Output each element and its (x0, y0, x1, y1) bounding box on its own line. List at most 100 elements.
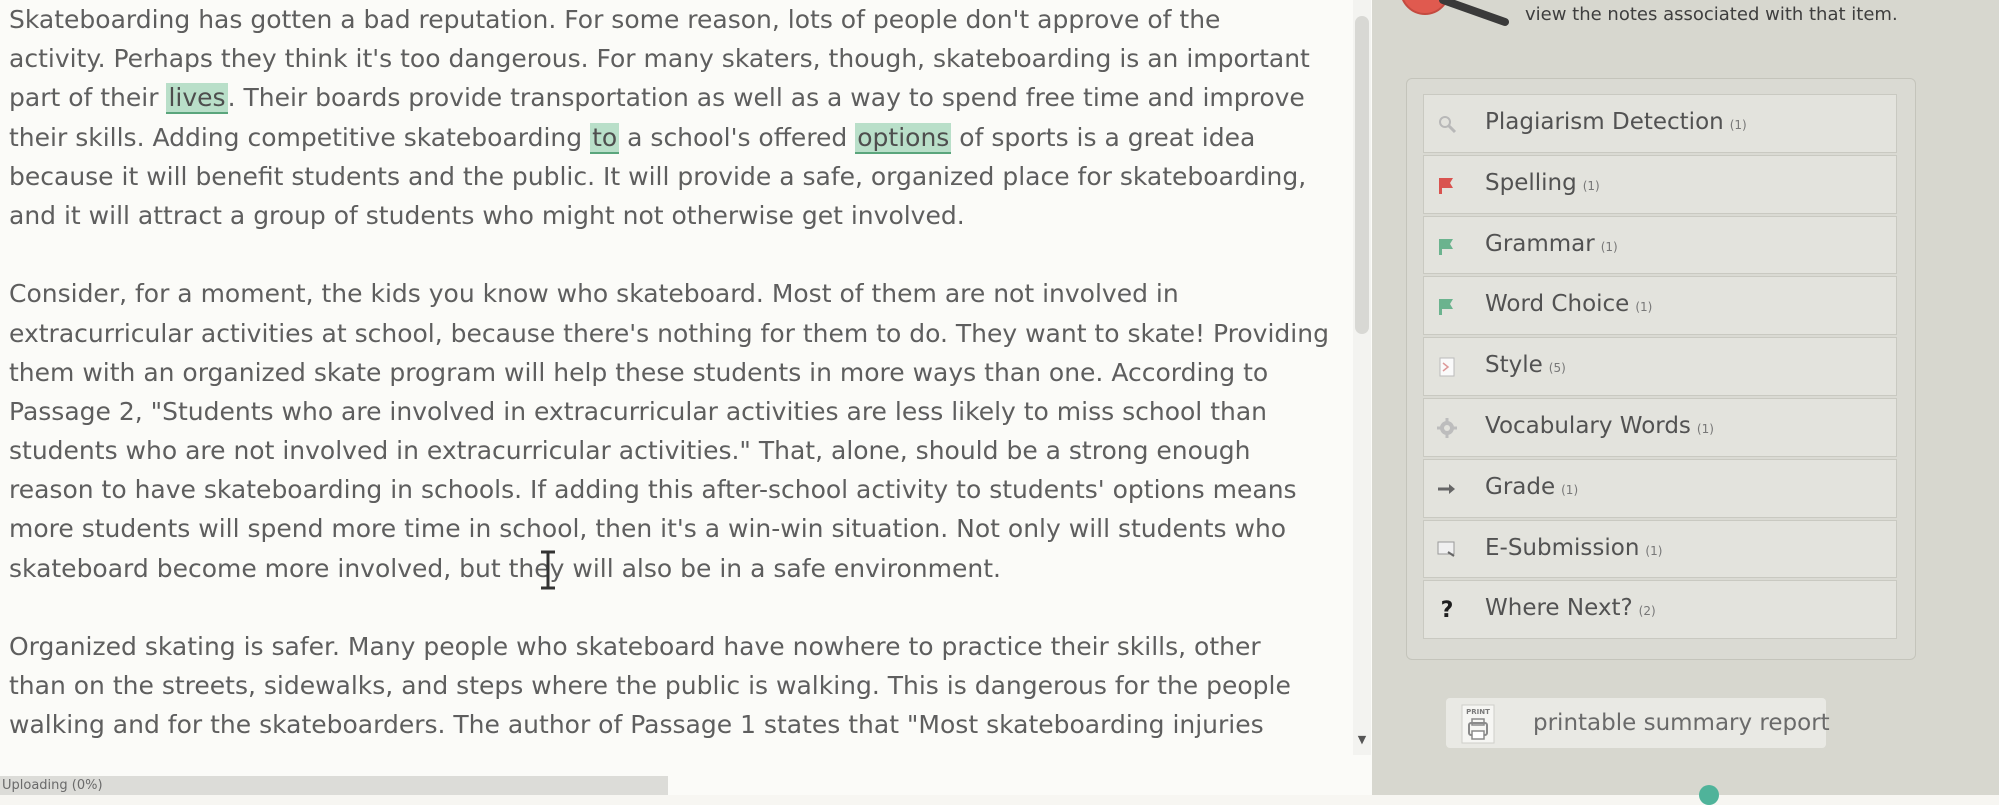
tool-label: Grammar (1) (1485, 231, 1618, 257)
essay-text-run: Organized skating is safer. Many people … (9, 632, 1261, 661)
magnifier-icon (1402, 0, 1509, 26)
essay-text-run: than on the streets, sidewalks, and step… (9, 671, 1291, 701)
tool-label-text: E-Submission (1485, 534, 1640, 561)
tool-label-text: Word Choice (1485, 291, 1630, 318)
green-flag-icon (1435, 295, 1459, 317)
upload-status: Uploading (0%) (0, 776, 668, 795)
essay-text[interactable]: Skateboarding has gotten a bad reputatio… (9, 0, 1349, 745)
essay-text-run: of sports is a great idea (951, 122, 1256, 152)
tool-where-next[interactable]: ? Where Next? (2) (1423, 580, 1897, 640)
highlighted-word[interactable]: to (590, 122, 620, 154)
tool-label: Plagiarism Detection (1) (1485, 109, 1747, 135)
tool-count-badge: (1) (1645, 543, 1663, 558)
arrow-right-icon (1435, 478, 1459, 500)
essay-line[interactable]: Organized skating is safer. Many people … (9, 627, 1349, 666)
essay-line[interactable]: reason to have skateboarding in schools.… (9, 470, 1349, 509)
essay-line[interactable]: skateboard become more involved, but the… (9, 549, 1349, 588)
tool-e-submission[interactable]: E-Submission (1) (1423, 519, 1897, 579)
essay-line[interactable]: more students will spend more time in sc… (9, 509, 1349, 548)
tools-list: Plagiarism Detection (1) Spelling (1) Gramma… (1423, 94, 1897, 641)
essay-text-run: more students will spend more time in sc… (9, 514, 1287, 544)
scrollbar-thumb[interactable] (1355, 16, 1369, 334)
tool-word-choice[interactable]: Word Choice (1) (1423, 276, 1897, 336)
monitor-icon (1435, 539, 1459, 561)
red-flag-icon (1435, 174, 1459, 196)
style-icon (1435, 356, 1459, 378)
essay-line[interactable]: their skills. Adding competitive skatebo… (9, 118, 1349, 157)
tool-label-text: Grammar (1485, 230, 1595, 257)
essay-text-run: a school's offered (619, 122, 856, 152)
essay-text-run: Passage 2, "Students who are involved in… (9, 396, 1268, 426)
essay-line[interactable]: part of their lives. Their boards provid… (9, 78, 1349, 117)
question-icon: ? (1440, 597, 1454, 623)
sidebar-hint: view the notes associated with that item… (1525, 4, 1898, 25)
tool-label: Word Choice (1) (1485, 291, 1652, 317)
essay-text-run: students who are not involved in extracu… (9, 436, 1251, 466)
essay-line[interactable]: extracurricular activities at school, be… (9, 314, 1349, 353)
tool-label-text: Plagiarism Detection (1485, 109, 1724, 135)
essay-line[interactable]: walking and for the skateboarders. The a… (9, 705, 1349, 744)
tool-grammar[interactable]: Grammar (1) (1423, 215, 1897, 275)
tool-label-text: Vocabulary Words (1485, 412, 1691, 439)
tool-label: Grade (1) (1485, 474, 1578, 500)
tool-spelling[interactable]: Spelling (1) (1423, 154, 1897, 214)
essay-text-run: part of their (9, 83, 167, 113)
print-report-label: printable summary report (1533, 710, 1830, 736)
tool-label: Vocabulary Words (1) (1485, 413, 1714, 439)
highlighted-word[interactable]: lives (166, 83, 228, 115)
essay-text-run: walking and for the skateboarders. The a… (9, 710, 1264, 740)
scroll-down-arrow-icon[interactable]: ▼ (1354, 733, 1370, 749)
essay-line[interactable]: Skateboarding has gotten a bad reputatio… (9, 0, 1349, 39)
essay-text-run: them with an organized skate program wil… (9, 357, 1269, 387)
tool-count-badge: (1) (1696, 421, 1714, 436)
svg-text:PRINT: PRINT (1466, 708, 1490, 716)
essay-text-run: and it will attract a group of students … (9, 200, 965, 230)
essay-text-run: . Their boards provide transportation as… (227, 83, 1305, 113)
tool-count-badge: (1) (1729, 118, 1747, 132)
essay-text-run: activity. Perhaps they think it's too da… (9, 44, 1310, 74)
essay-text-run: extracurricular activities at school, be… (9, 318, 1329, 348)
essay-text-run: skateboard become more involved, but the… (9, 553, 1001, 583)
tool-label: Where Next? (2) (1485, 595, 1656, 621)
tool-count-badge: (1) (1635, 300, 1653, 315)
gear-icon (1435, 417, 1459, 439)
tool-label-text: Where Next? (1485, 595, 1633, 622)
highlighted-word[interactable]: options (855, 122, 952, 154)
essay-line[interactable]: Passage 2, "Students who are involved in… (9, 392, 1349, 431)
tool-label: Style (5) (1485, 352, 1566, 378)
green-flag-icon (1435, 235, 1459, 257)
tool-label-text: Spelling (1485, 169, 1577, 196)
tool-label-text: Grade (1485, 473, 1556, 500)
status-icon (1699, 785, 1719, 805)
tool-style[interactable]: Style (5) (1423, 337, 1897, 396)
essay-line[interactable]: and it will attract a group of students … (9, 196, 1349, 235)
text-cursor-icon (541, 550, 555, 590)
tool-count-badge: (2) (1638, 604, 1656, 619)
essay-line[interactable]: because it will benefit students and the… (9, 157, 1349, 196)
essay-text-run: their skills. Adding competitive skatebo… (9, 122, 591, 152)
tool-grade[interactable]: Grade (1) (1423, 458, 1897, 518)
tool-count-badge: (5) (1548, 361, 1566, 376)
essay-panel[interactable]: Skateboarding has gotten a bad reputatio… (0, 0, 1372, 795)
essay-line[interactable]: Consider, for a moment, the kids you kno… (9, 274, 1349, 313)
tool-count-badge: (1) (1561, 482, 1579, 497)
tool-plagiarism-detection[interactable]: Plagiarism Detection (1) (1423, 94, 1897, 153)
essay-text-run: Skateboarding has gotten a bad reputatio… (9, 5, 1221, 34)
tool-count-badge: (1) (1600, 239, 1618, 254)
tool-label-text: Style (1485, 352, 1543, 379)
essay-text-run: because it will benefit students and the… (9, 161, 1307, 191)
essay-text-run: reason to have skateboarding in schools.… (9, 475, 1297, 505)
tool-label: E-Submission (1) (1485, 535, 1662, 561)
tool-label: Spelling (1) (1485, 170, 1600, 196)
printer-icon: PRINT (1461, 704, 1495, 744)
tool-vocabulary-words[interactable]: Vocabulary Words (1) (1423, 397, 1897, 457)
essay-line[interactable]: activity. Perhaps they think it's too da… (9, 39, 1349, 78)
tool-count-badge: (1) (1582, 178, 1600, 193)
essay-line[interactable]: them with an organized skate program wil… (9, 353, 1349, 392)
essay-line[interactable]: students who are not involved in extracu… (9, 431, 1349, 470)
print-report-button[interactable]: PRINT printable summary report (1446, 698, 1830, 748)
essay-line[interactable]: than on the streets, sidewalks, and step… (9, 666, 1349, 705)
magnifier-icon (1435, 113, 1459, 135)
